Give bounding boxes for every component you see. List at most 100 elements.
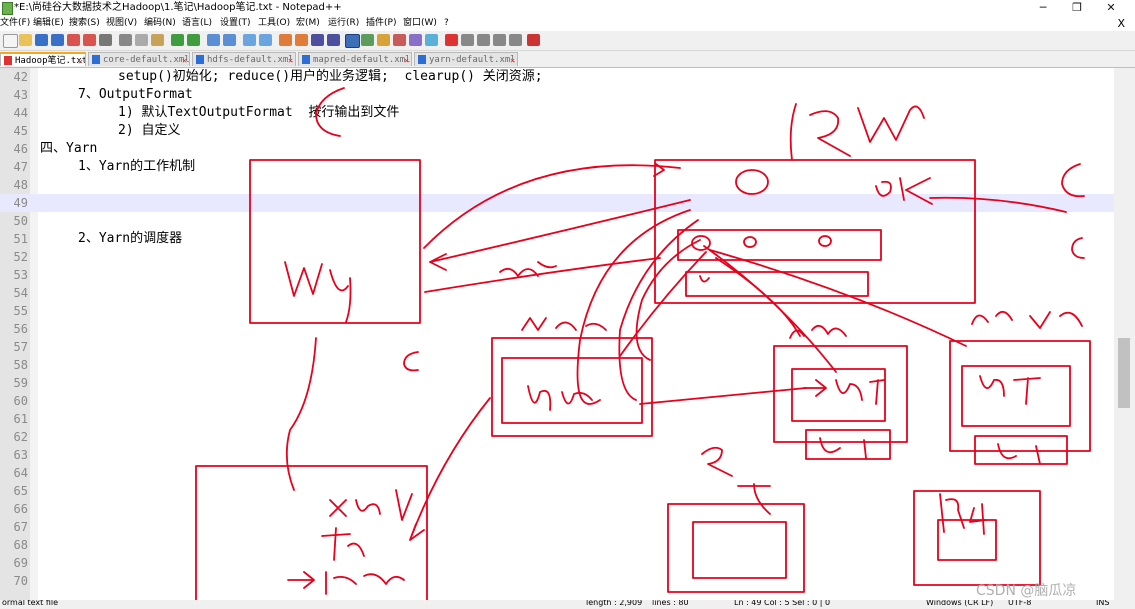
playback-macro-icon[interactable] — [477, 34, 490, 46]
doc-map-icon[interactable] — [377, 34, 390, 46]
editor-line[interactable]: 64 — [0, 464, 1114, 482]
cut-icon[interactable] — [119, 34, 132, 46]
indent-guide-icon[interactable] — [345, 34, 360, 48]
editor-line[interactable]: 63 — [0, 446, 1114, 464]
open-file-icon[interactable] — [19, 34, 32, 46]
tab-yarn-default[interactable]: yarn-default.xml ✕ — [414, 52, 518, 66]
menu-help[interactable]: ? — [444, 16, 449, 31]
editor-line[interactable]: 70 — [0, 572, 1114, 590]
monitoring-icon[interactable] — [425, 34, 438, 46]
save-macro-icon[interactable] — [509, 34, 522, 46]
tab-close-icon[interactable]: ✕ — [182, 54, 187, 66]
editor-line[interactable]: 50 — [0, 212, 1114, 230]
tab-close-icon[interactable]: ✕ — [78, 55, 83, 66]
editor-line[interactable]: 57 — [0, 338, 1114, 356]
find-icon[interactable] — [207, 34, 220, 46]
menu-window[interactable]: 窗口(W) — [403, 16, 437, 31]
close-window-button[interactable]: ✕ — [1094, 0, 1128, 16]
record-macro-icon[interactable] — [445, 34, 458, 46]
menu-encoding[interactable]: 编码(N) — [144, 16, 176, 31]
menu-plugins[interactable]: 插件(P) — [366, 16, 396, 31]
tab-hadoop-notes[interactable]: Hadoop笔记.txt ✕ — [0, 52, 86, 66]
tab-mapred-default[interactable]: mapred-default.xml ✕ — [298, 52, 412, 66]
line-number: 57 — [13, 340, 28, 354]
editor-line[interactable]: 43 7、OutputFormat — [0, 86, 1114, 104]
tab-close-icon[interactable]: ✕ — [510, 54, 515, 66]
editor-line[interactable]: 69 — [0, 554, 1114, 572]
status-insert-mode[interactable]: INS — [1096, 600, 1109, 609]
function-list-icon[interactable] — [393, 34, 406, 46]
zoom-out-icon[interactable] — [259, 34, 272, 46]
redo-icon[interactable] — [187, 34, 200, 46]
editor-line[interactable]: 56 — [0, 320, 1114, 338]
udl-icon[interactable] — [361, 34, 374, 46]
editor-line[interactable]: 58 — [0, 356, 1114, 374]
save-all-icon[interactable] — [51, 34, 64, 46]
editor-line[interactable]: 65 — [0, 482, 1114, 500]
line-text: 2) 自定义 — [118, 123, 181, 138]
editor-line[interactable]: 47 1、Yarn的工作机制 — [0, 158, 1114, 176]
undo-icon[interactable] — [171, 34, 184, 46]
menu-macro[interactable]: 宏(M) — [296, 16, 320, 31]
editor-line[interactable]: 46 四、Yarn — [0, 140, 1114, 158]
menu-search[interactable]: 搜索(S) — [69, 16, 100, 31]
text-editor[interactable]: 42 setup()初始化; reduce()用户的业务逻辑; clearup()… — [0, 68, 1114, 600]
replace-icon[interactable] — [223, 34, 236, 46]
show-all-chars-icon[interactable] — [327, 34, 340, 46]
word-wrap-icon[interactable] — [311, 34, 324, 46]
maximize-button[interactable]: ❐ — [1060, 0, 1094, 16]
minimize-button[interactable]: ─ — [1026, 0, 1060, 16]
scrollbar-thumb[interactable] — [1118, 338, 1130, 408]
editor-line[interactable]: 62 — [0, 428, 1114, 446]
print-icon[interactable] — [99, 34, 112, 46]
editor-line-current[interactable]: 49 — [0, 194, 1114, 212]
editor-line[interactable]: 61 — [0, 410, 1114, 428]
sync-vertical-icon[interactable] — [279, 34, 292, 46]
folder-workspace-icon[interactable] — [409, 34, 422, 46]
line-text: 1、Yarn的工作机制 — [78, 159, 196, 174]
status-encoding[interactable]: UTF-8 — [1008, 600, 1031, 609]
editor-line[interactable]: 68 — [0, 536, 1114, 554]
menu-language[interactable]: 语言(L) — [182, 16, 212, 31]
close-all-icon[interactable] — [83, 34, 96, 46]
editor-line[interactable]: 67 — [0, 518, 1114, 536]
menu-tools[interactable]: 工具(O) — [258, 16, 290, 31]
close-icon[interactable] — [67, 34, 80, 46]
editor-line[interactable]: 60 — [0, 392, 1114, 410]
stop-recording-icon[interactable] — [461, 34, 474, 46]
editor-line[interactable]: 53 — [0, 266, 1114, 284]
editor-line[interactable]: 45 2) 自定义 — [0, 122, 1114, 140]
menu-file[interactable]: 文件(F) — [0, 16, 30, 31]
editor-line[interactable]: 54 — [0, 284, 1114, 302]
menu-view[interactable]: 视图(V) — [106, 16, 137, 31]
zoom-in-icon[interactable] — [243, 34, 256, 46]
editor-line[interactable]: 48 — [0, 176, 1114, 194]
save-icon[interactable] — [35, 34, 48, 46]
menu-run[interactable]: 运行(R) — [328, 16, 359, 31]
editor-line[interactable]: 55 — [0, 302, 1114, 320]
editor-line[interactable]: 51 2、Yarn的调度器 — [0, 230, 1114, 248]
tab-close-icon[interactable]: ✕ — [404, 54, 409, 66]
line-number: 66 — [13, 502, 28, 516]
vertical-scrollbar[interactable] — [1114, 68, 1135, 600]
editor-line[interactable]: 59 — [0, 374, 1114, 392]
tab-close-icon[interactable]: ✕ — [288, 54, 293, 66]
abc-spellcheck-icon[interactable] — [527, 34, 540, 46]
menu-edit[interactable]: 编辑(E) — [33, 16, 64, 31]
editor-line[interactable]: 52 — [0, 248, 1114, 266]
editor-line[interactable]: 44 1) 默认TextOutputFormat 按行输出到文件 — [0, 104, 1114, 122]
new-file-icon[interactable] — [3, 34, 18, 48]
run-macro-multiple-icon[interactable] — [493, 34, 506, 46]
tab-hdfs-default[interactable]: hdfs-default.xml ✕ — [192, 52, 296, 66]
status-eol[interactable]: Windows (CR LF) — [926, 600, 993, 609]
close-document-button[interactable]: X — [1117, 16, 1125, 31]
tab-core-default[interactable]: core-default.xml ✕ — [88, 52, 190, 66]
file-icon — [302, 55, 310, 64]
tab-label: Hadoop笔记.txt — [15, 56, 86, 66]
editor-line[interactable]: 42 setup()初始化; reduce()用户的业务逻辑; clearup()… — [0, 68, 1114, 86]
editor-line[interactable]: 66 — [0, 500, 1114, 518]
sync-horizontal-icon[interactable] — [295, 34, 308, 46]
copy-icon[interactable] — [135, 34, 148, 46]
menu-settings[interactable]: 设置(T) — [220, 16, 251, 31]
paste-icon[interactable] — [151, 34, 164, 46]
